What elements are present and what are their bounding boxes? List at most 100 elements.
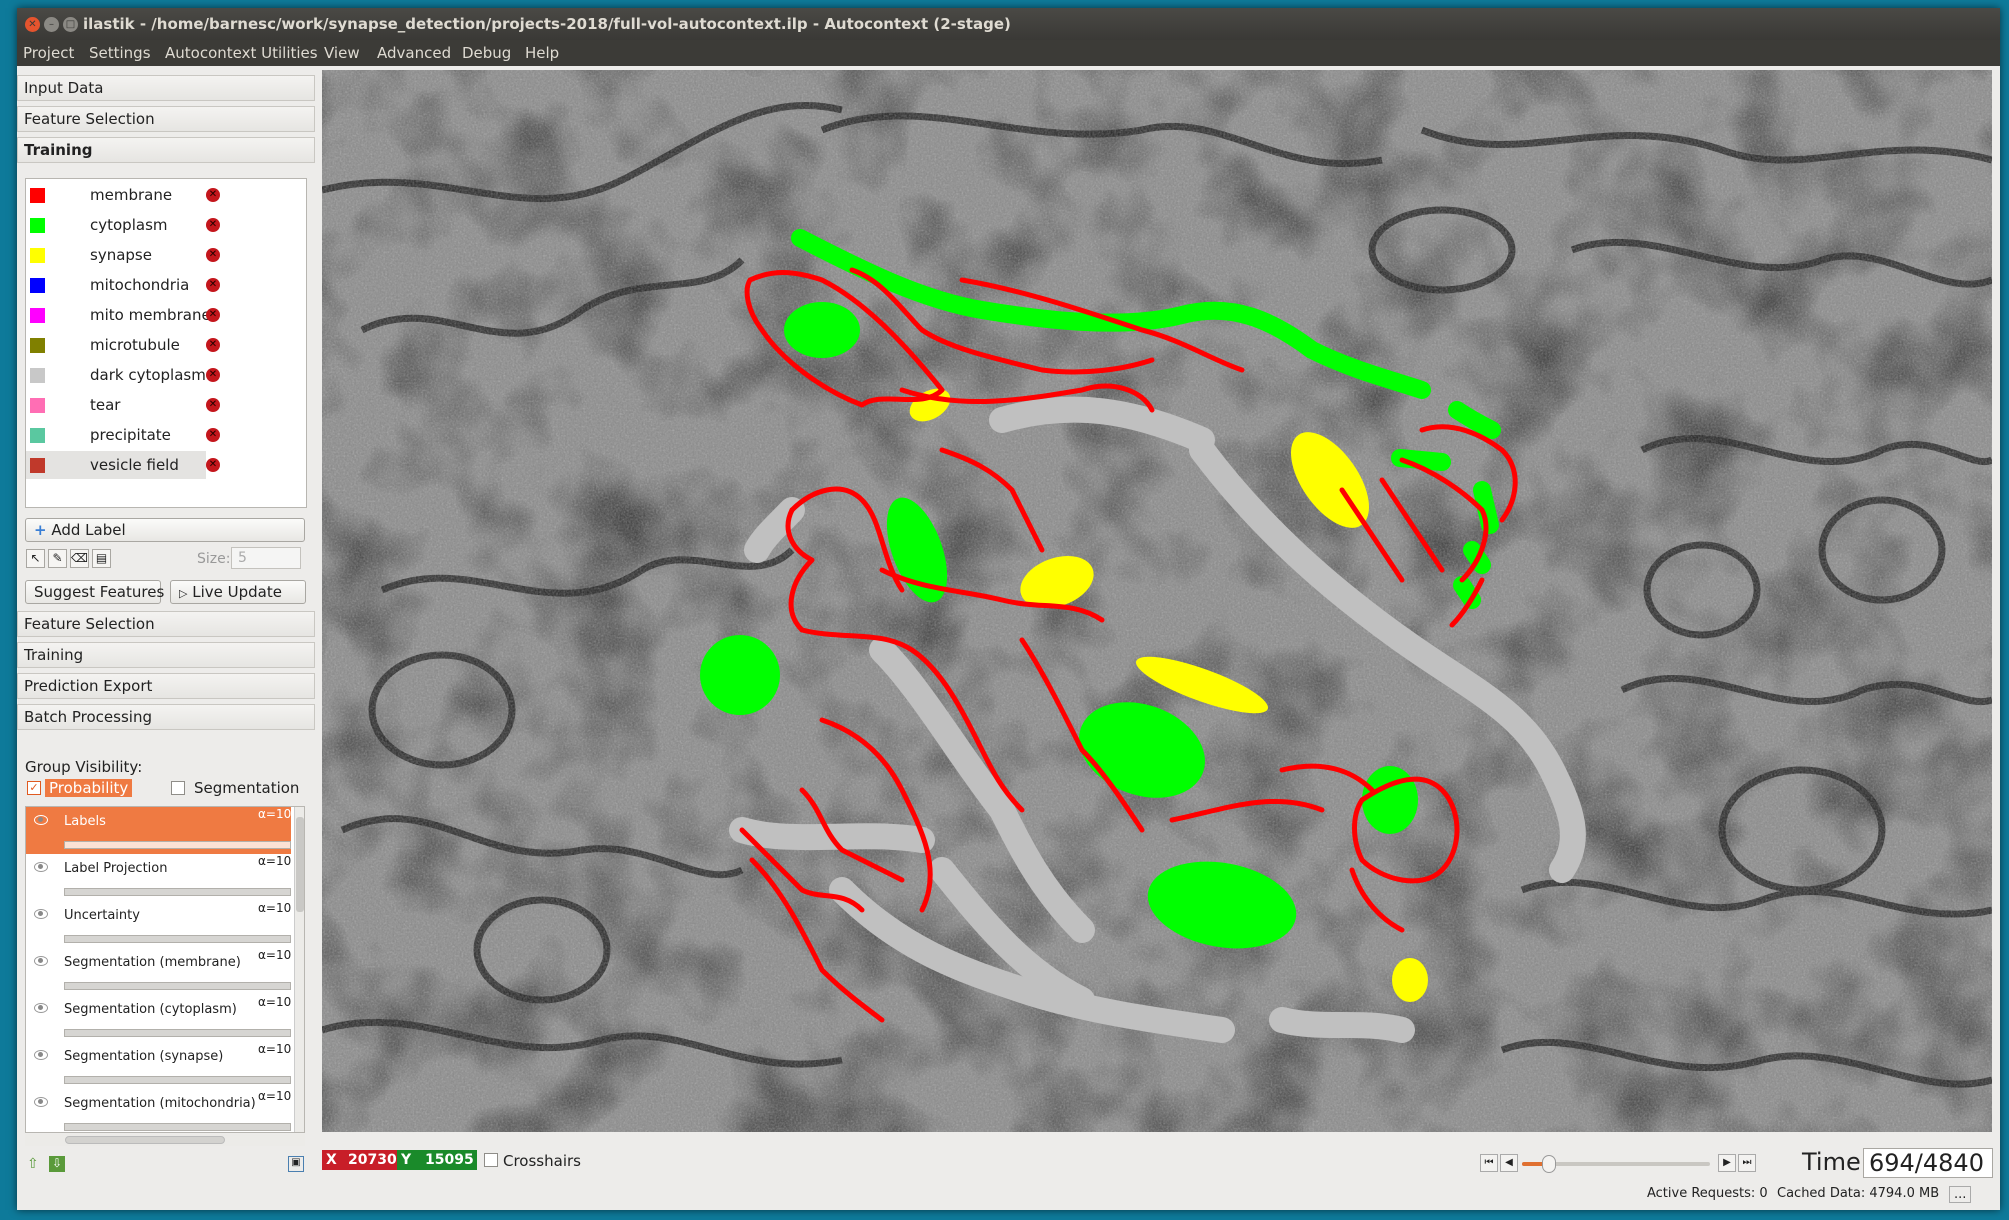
move-layer-up-icon[interactable]: ⇧ <box>27 1156 43 1172</box>
crosshairs-checkbox[interactable] <box>484 1153 498 1167</box>
eye-icon[interactable] <box>34 815 48 825</box>
label-color-swatch[interactable] <box>30 188 45 203</box>
label-color-swatch[interactable] <box>30 218 45 233</box>
label-row[interactable]: tear ✕ <box>26 391 220 419</box>
opacity-slider[interactable] <box>64 1076 291 1084</box>
label-color-swatch[interactable] <box>30 338 45 353</box>
eye-icon[interactable] <box>34 909 48 919</box>
crosshairs-label[interactable]: Crosshairs <box>503 1152 581 1170</box>
menu-autocontext-utilities[interactable]: Autocontext Utilities <box>165 44 318 62</box>
label-color-swatch[interactable] <box>30 398 45 413</box>
delete-label-icon[interactable]: ✕ <box>206 308 220 322</box>
applet-feature-selection[interactable]: Feature Selection <box>17 106 315 132</box>
opacity-slider[interactable] <box>64 935 291 943</box>
applet-feature-selection-stage2[interactable]: Feature Selection <box>17 611 315 637</box>
delete-label-icon[interactable]: ✕ <box>206 398 220 412</box>
eraser-tool-icon[interactable]: ⌫ <box>70 549 89 568</box>
label-color-swatch[interactable] <box>30 428 45 443</box>
layer-row[interactable]: Segmentation (synapse) α=10 <box>26 1042 291 1089</box>
suggest-features-button[interactable]: Suggest Features <box>25 580 164 604</box>
delete-label-icon[interactable]: ✕ <box>206 368 220 382</box>
eye-icon[interactable] <box>34 862 48 872</box>
opacity-slider[interactable] <box>64 1123 291 1131</box>
layer-context-icon[interactable]: ▣ <box>288 1156 304 1172</box>
probability-checkbox[interactable]: ✓ <box>27 781 41 795</box>
time-spinbox[interactable]: 694/4840 <box>1863 1148 1993 1178</box>
segmentation-checkbox[interactable] <box>171 781 185 795</box>
label-color-swatch[interactable] <box>30 278 45 293</box>
layer-row[interactable]: Segmentation (mitochondria) α=10 <box>26 1089 291 1132</box>
delete-label-icon[interactable]: ✕ <box>206 428 220 442</box>
label-color-swatch[interactable] <box>30 248 45 263</box>
label-row[interactable]: synapse ✕ <box>26 241 220 269</box>
image-viewer[interactable] <box>322 70 1992 1132</box>
eye-icon[interactable] <box>34 1050 48 1060</box>
minimize-window-button[interactable]: – <box>44 17 59 32</box>
delete-label-icon[interactable]: ✕ <box>206 338 220 352</box>
layer-row[interactable]: Segmentation (membrane) α=10 <box>26 948 291 995</box>
eye-icon[interactable] <box>34 1003 48 1013</box>
time-slider-handle[interactable] <box>1541 1155 1556 1173</box>
label-row[interactable]: mitochondria ✕ <box>26 271 220 299</box>
label-name: cytoplasm <box>90 216 168 234</box>
brush-tool-icon[interactable]: ✎ <box>48 549 67 568</box>
layer-row[interactable]: Uncertainty α=10 <box>26 901 291 948</box>
navigation-tool-icon[interactable]: ↖ <box>26 549 45 568</box>
delete-label-icon[interactable]: ✕ <box>206 248 220 262</box>
layer-list-scrollbar[interactable] <box>294 807 304 1132</box>
applet-training[interactable]: Training <box>17 137 315 163</box>
opacity-slider[interactable] <box>64 841 291 849</box>
time-slider[interactable] <box>1522 1155 1710 1173</box>
last-frame-icon[interactable]: ⏭ <box>1738 1154 1756 1172</box>
maximize-window-button[interactable]: □ <box>63 17 78 32</box>
opacity-slider[interactable] <box>64 982 291 990</box>
menu-debug[interactable]: Debug <box>462 44 511 62</box>
label-row[interactable]: microtubule ✕ <box>26 331 220 359</box>
layer-row-selected[interactable]: Labels α=10 <box>26 807 291 854</box>
applet-batch-processing[interactable]: Batch Processing <box>17 704 315 730</box>
menu-project[interactable]: Project <box>23 44 74 62</box>
opacity-slider[interactable] <box>64 888 291 896</box>
applet-input-data[interactable]: Input Data <box>17 75 315 101</box>
live-update-button[interactable]: ▷ Live Update <box>170 580 306 604</box>
scrollbar-thumb[interactable] <box>65 1136 225 1144</box>
brush-size-spinbox[interactable]: 5 <box>231 547 301 569</box>
layer-list-horizontal-scrollbar[interactable] <box>25 1134 305 1146</box>
label-row[interactable]: mito membrane ✕ <box>26 301 220 329</box>
label-row[interactable]: dark cytoplasm ✕ <box>26 361 220 389</box>
label-color-swatch[interactable] <box>30 368 45 383</box>
next-frame-icon[interactable]: ▶ <box>1718 1154 1736 1172</box>
probability-label[interactable]: Probability <box>45 779 133 797</box>
close-window-button[interactable]: ✕ <box>25 17 40 32</box>
label-row[interactable]: precipitate ✕ <box>26 421 220 449</box>
eye-icon[interactable] <box>34 1097 48 1107</box>
scrollbar-thumb[interactable] <box>296 817 304 912</box>
threshold-tool-icon[interactable]: ▤ <box>92 549 111 568</box>
move-layer-down-icon[interactable]: ⇩ <box>49 1156 65 1172</box>
delete-label-icon[interactable]: ✕ <box>206 458 220 472</box>
first-frame-icon[interactable]: ⏮ <box>1480 1154 1498 1172</box>
delete-label-icon[interactable]: ✕ <box>206 188 220 202</box>
more-button[interactable]: ... <box>1949 1186 1972 1203</box>
segmentation-label[interactable]: Segmentation <box>194 779 299 797</box>
applet-prediction-export[interactable]: Prediction Export <box>17 673 315 699</box>
add-label-button[interactable]: + Add Label <box>25 518 305 542</box>
layer-row[interactable]: Segmentation (cytoplasm) α=10 <box>26 995 291 1042</box>
menu-view[interactable]: View <box>324 44 360 62</box>
applet-training-stage2[interactable]: Training <box>17 642 315 668</box>
layer-row[interactable]: Label Projection α=10 <box>26 854 291 901</box>
label-color-swatch[interactable] <box>30 308 45 323</box>
menu-help[interactable]: Help <box>525 44 559 62</box>
label-row-selected[interactable]: vesicle field ✕ <box>26 451 220 479</box>
label-row[interactable]: cytoplasm ✕ <box>26 211 220 239</box>
label-color-swatch[interactable] <box>30 458 45 473</box>
delete-label-icon[interactable]: ✕ <box>206 278 220 292</box>
delete-label-icon[interactable]: ✕ <box>206 218 220 232</box>
previous-frame-icon[interactable]: ◀ <box>1500 1154 1518 1172</box>
opacity-slider[interactable] <box>64 1029 291 1037</box>
eye-icon[interactable] <box>34 956 48 966</box>
label-row[interactable]: membrane ✕ <box>26 181 220 209</box>
menu-advanced[interactable]: Advanced <box>377 44 451 62</box>
em-image-with-annotations[interactable] <box>322 70 1992 1132</box>
menu-settings[interactable]: Settings <box>89 44 151 62</box>
